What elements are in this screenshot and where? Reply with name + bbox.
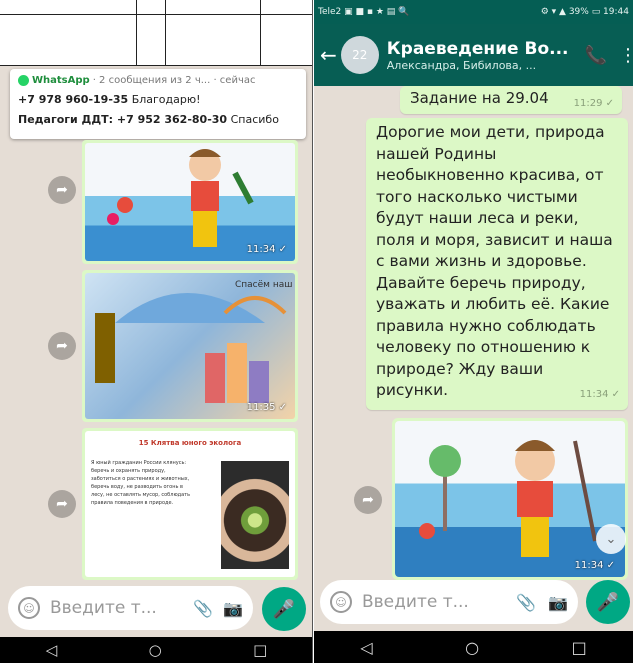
forward-icon[interactable]: ➦ xyxy=(48,176,76,204)
message-input-placeholder: Введите т... xyxy=(50,598,157,618)
message-input[interactable]: ☺ Введите т... 📎 📷 xyxy=(320,580,578,624)
nav-home-icon[interactable]: ○ xyxy=(465,638,479,657)
group-avatar[interactable]: 22 xyxy=(340,36,379,74)
notification-text-1: Благодарю! xyxy=(131,93,201,106)
forward-icon[interactable]: ➦ xyxy=(354,486,382,514)
umbrella-drawing-image: Спасём наш мир 11:35 ✓ xyxy=(85,273,295,419)
image-time: 11:35 ✓ xyxy=(246,402,287,413)
whatsapp-notification[interactable]: WhatsApp · 2 сообщения из 2 ч... · сейча… xyxy=(10,69,306,139)
mic-icon: 🎤 xyxy=(596,591,620,613)
add-call-icon[interactable]: 📞 xyxy=(585,45,607,66)
drawing-caption: Спасём наш мир xyxy=(235,280,295,290)
notification-app-name: WhatsApp xyxy=(32,75,90,86)
nav-recents-icon[interactable]: □ xyxy=(253,641,267,659)
status-bar: Tele2 ▣ ■ ▪ ★ ▤ 🔍 ⚙ ▾ ▲ 39% ▭ 19:44 xyxy=(314,0,633,24)
mic-button[interactable]: 🎤 xyxy=(586,580,630,624)
notification-message-2: Педагоги ДДТ: +7 952 362-80-30 Спасибо xyxy=(18,113,298,126)
image-message-umbrella[interactable]: Спасём наш мир 11:35 ✓ xyxy=(82,270,298,422)
message-input-placeholder: Введите т... xyxy=(362,592,469,612)
task-message[interactable]: Задание на 29.04 11:29 ✓ xyxy=(400,86,622,114)
nav-home-icon[interactable]: ○ xyxy=(149,641,162,659)
image-message-boy[interactable]: 11:34 ✓ xyxy=(392,418,628,580)
nav-back-icon[interactable]: ◁ xyxy=(360,638,372,657)
whatsapp-icon xyxy=(18,75,29,86)
notification-header: WhatsApp · 2 сообщения из 2 ч... · сейча… xyxy=(18,75,298,86)
scroll-down-button[interactable]: ⌄ xyxy=(596,524,626,554)
right-screenshot: Tele2 ▣ ■ ▪ ★ ▤ 🔍 ⚙ ▾ ▲ 39% ▭ 19:44 ← 22… xyxy=(314,0,633,663)
nav-back-icon[interactable]: ◁ xyxy=(46,641,58,659)
notification-message-1: +7 978 960-19-35 Благодарю! xyxy=(18,93,298,106)
back-arrow-icon[interactable]: ← xyxy=(320,43,337,67)
status-right: ⚙ ▾ ▲ 39% ▭ 19:44 xyxy=(540,7,629,17)
teacher-message[interactable]: Дорогие мои дети, природа нашей Родины н… xyxy=(366,118,628,410)
camera-icon[interactable]: 📷 xyxy=(548,593,568,612)
emoji-icon[interactable]: ☺ xyxy=(18,597,40,619)
notification-summary: · 2 сообщения из 2 ч... · сейчас xyxy=(92,75,256,86)
attach-icon[interactable]: 📎 xyxy=(516,593,536,612)
boy-drawing-image: 11:34 ✓ xyxy=(85,143,295,261)
android-nav-bar: ◁ ○ □ xyxy=(0,637,312,663)
notification-sender-2: Педагоги ДДТ: +7 952 362-80-30 xyxy=(18,113,228,126)
notification-sender-1: +7 978 960-19-35 xyxy=(18,93,129,106)
mic-icon: 🎤 xyxy=(272,598,296,620)
umbrella-drawing: Спасём наш мир xyxy=(95,280,295,403)
message-input[interactable]: ☺ Введите т... 📎 📷 xyxy=(8,586,253,630)
teacher-message-text: Дорогие мои дети, природа нашей Родины н… xyxy=(376,123,613,399)
slide-image: 15 Клятва юного эколога Я юный гражданин… xyxy=(85,431,295,577)
attach-icon[interactable]: 📎 xyxy=(193,599,213,618)
double-chevron-down-icon: ⌄ xyxy=(605,531,617,547)
mic-button[interactable]: 🎤 xyxy=(262,587,306,631)
hands-photo xyxy=(221,461,289,569)
empty-table-cells xyxy=(0,0,312,66)
boy-drawing-image: 11:34 ✓ xyxy=(395,421,625,577)
chat-subtitle: Александра, Бибилова, ... xyxy=(386,58,537,72)
teacher-message-time: 11:34 ✓ xyxy=(579,388,620,400)
nav-recents-icon[interactable]: □ xyxy=(572,638,587,657)
slide-title: 15 Клятва юного эколога xyxy=(138,439,242,447)
chat-header: ← 22 Краеведение Во... Александра, Бибил… xyxy=(314,24,633,86)
android-nav-bar: ◁ ○ □ xyxy=(314,631,633,663)
left-screenshot: WhatsApp · 2 сообщения из 2 ч... · сейча… xyxy=(0,0,313,663)
forward-icon[interactable]: ➦ xyxy=(48,332,76,360)
emoji-icon[interactable]: ☺ xyxy=(330,591,352,613)
image-message-boy[interactable]: 11:34 ✓ xyxy=(82,140,298,264)
notification-text-2: Спасибо xyxy=(230,113,279,126)
image-message-slide[interactable]: 15 Клятва юного эколога Я юный гражданин… xyxy=(82,428,298,580)
camera-icon[interactable]: 📷 xyxy=(223,599,243,618)
task-text: Задание на 29.04 xyxy=(410,89,549,107)
image-time: 11:34 ✓ xyxy=(574,560,615,571)
status-left: Tele2 ▣ ■ ▪ ★ ▤ 🔍 xyxy=(318,7,410,17)
chat-title: Краеведение Во... xyxy=(386,38,569,59)
slide-text: Я юный гражданин России клянусь: беречь … xyxy=(91,460,191,506)
task-time: 11:29 ✓ xyxy=(573,98,614,109)
forward-icon[interactable]: ➦ xyxy=(48,490,76,518)
chat-title-block[interactable]: Краеведение Во... Александра, Бибилова, … xyxy=(387,39,577,72)
more-vert-icon[interactable]: ⋮ xyxy=(619,45,633,66)
image-time: 11:34 ✓ xyxy=(246,244,287,255)
boy-drawing xyxy=(419,440,597,557)
left-chat-area: ➦ 11:34 ✓ ➦ Спасём наш 11:35 ✓ ➦ 15 Клят… xyxy=(0,140,312,580)
